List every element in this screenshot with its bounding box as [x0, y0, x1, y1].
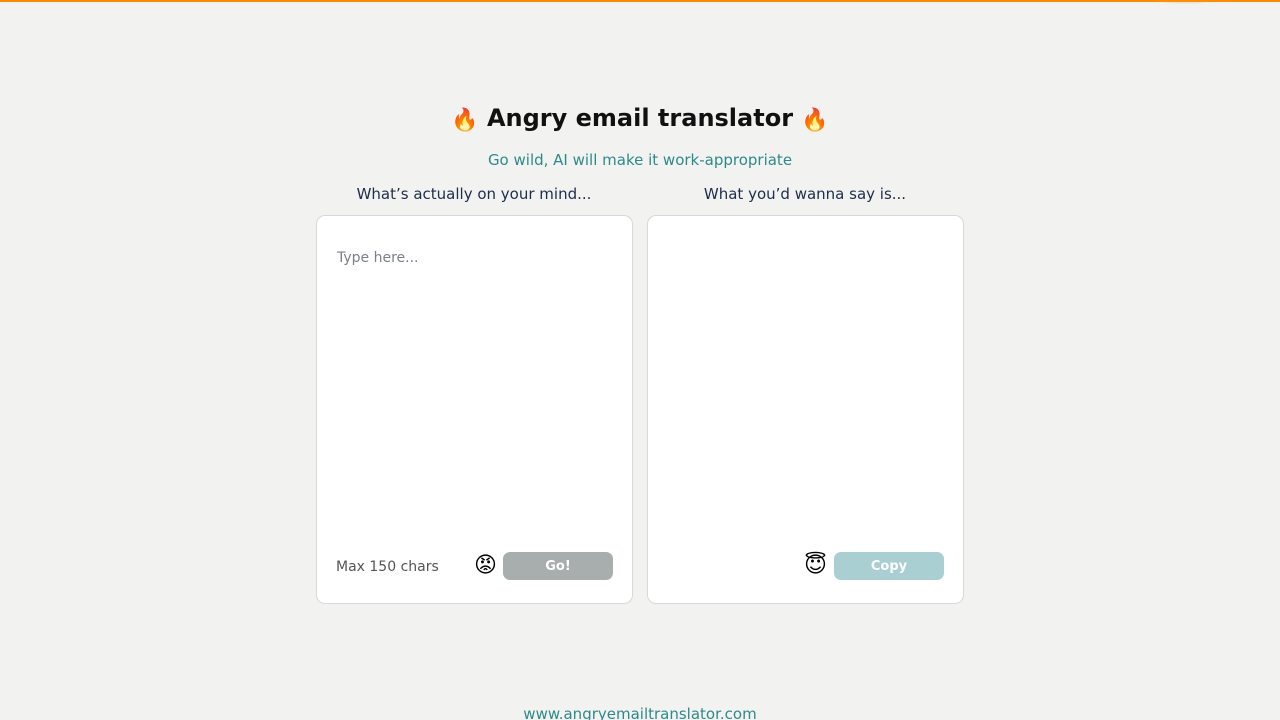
page-title-text: Angry email translator	[486, 104, 794, 132]
angry-face-icon: 😡	[474, 553, 497, 578]
output-panel-label: What you’d wanna say is...	[703, 185, 907, 203]
angel-face-icon: 😇	[804, 553, 827, 578]
input-panel-label: What’s actually on your mind...	[356, 185, 592, 203]
fire-icon: 🔥	[451, 108, 479, 133]
go-button[interactable]: Go!	[503, 552, 613, 580]
output-panel: 😇 Copy	[647, 215, 964, 604]
top-glow-decoration	[1150, 0, 1220, 4]
input-panel: Max 150 chars 😡 Go!	[316, 215, 633, 604]
copy-button[interactable]: Copy	[834, 552, 944, 580]
fire-icon: 🔥	[801, 108, 829, 133]
input-panel-footer: Max 150 chars 😡 Go!	[317, 552, 632, 580]
page-subtitle: Go wild, AI will make it work-appropriat…	[487, 151, 793, 169]
output-panel-footer: 😇 Copy	[648, 552, 963, 580]
angry-text-input[interactable]	[337, 250, 612, 540]
top-accent-bar	[0, 0, 1280, 2]
translated-text-output	[668, 250, 943, 540]
site-url-link[interactable]: www.angryemailtranslator.com	[0, 704, 1280, 720]
page-title: 🔥 Angry email translator 🔥	[0, 101, 1280, 138]
char-limit-text: Max 150 chars	[336, 559, 439, 575]
